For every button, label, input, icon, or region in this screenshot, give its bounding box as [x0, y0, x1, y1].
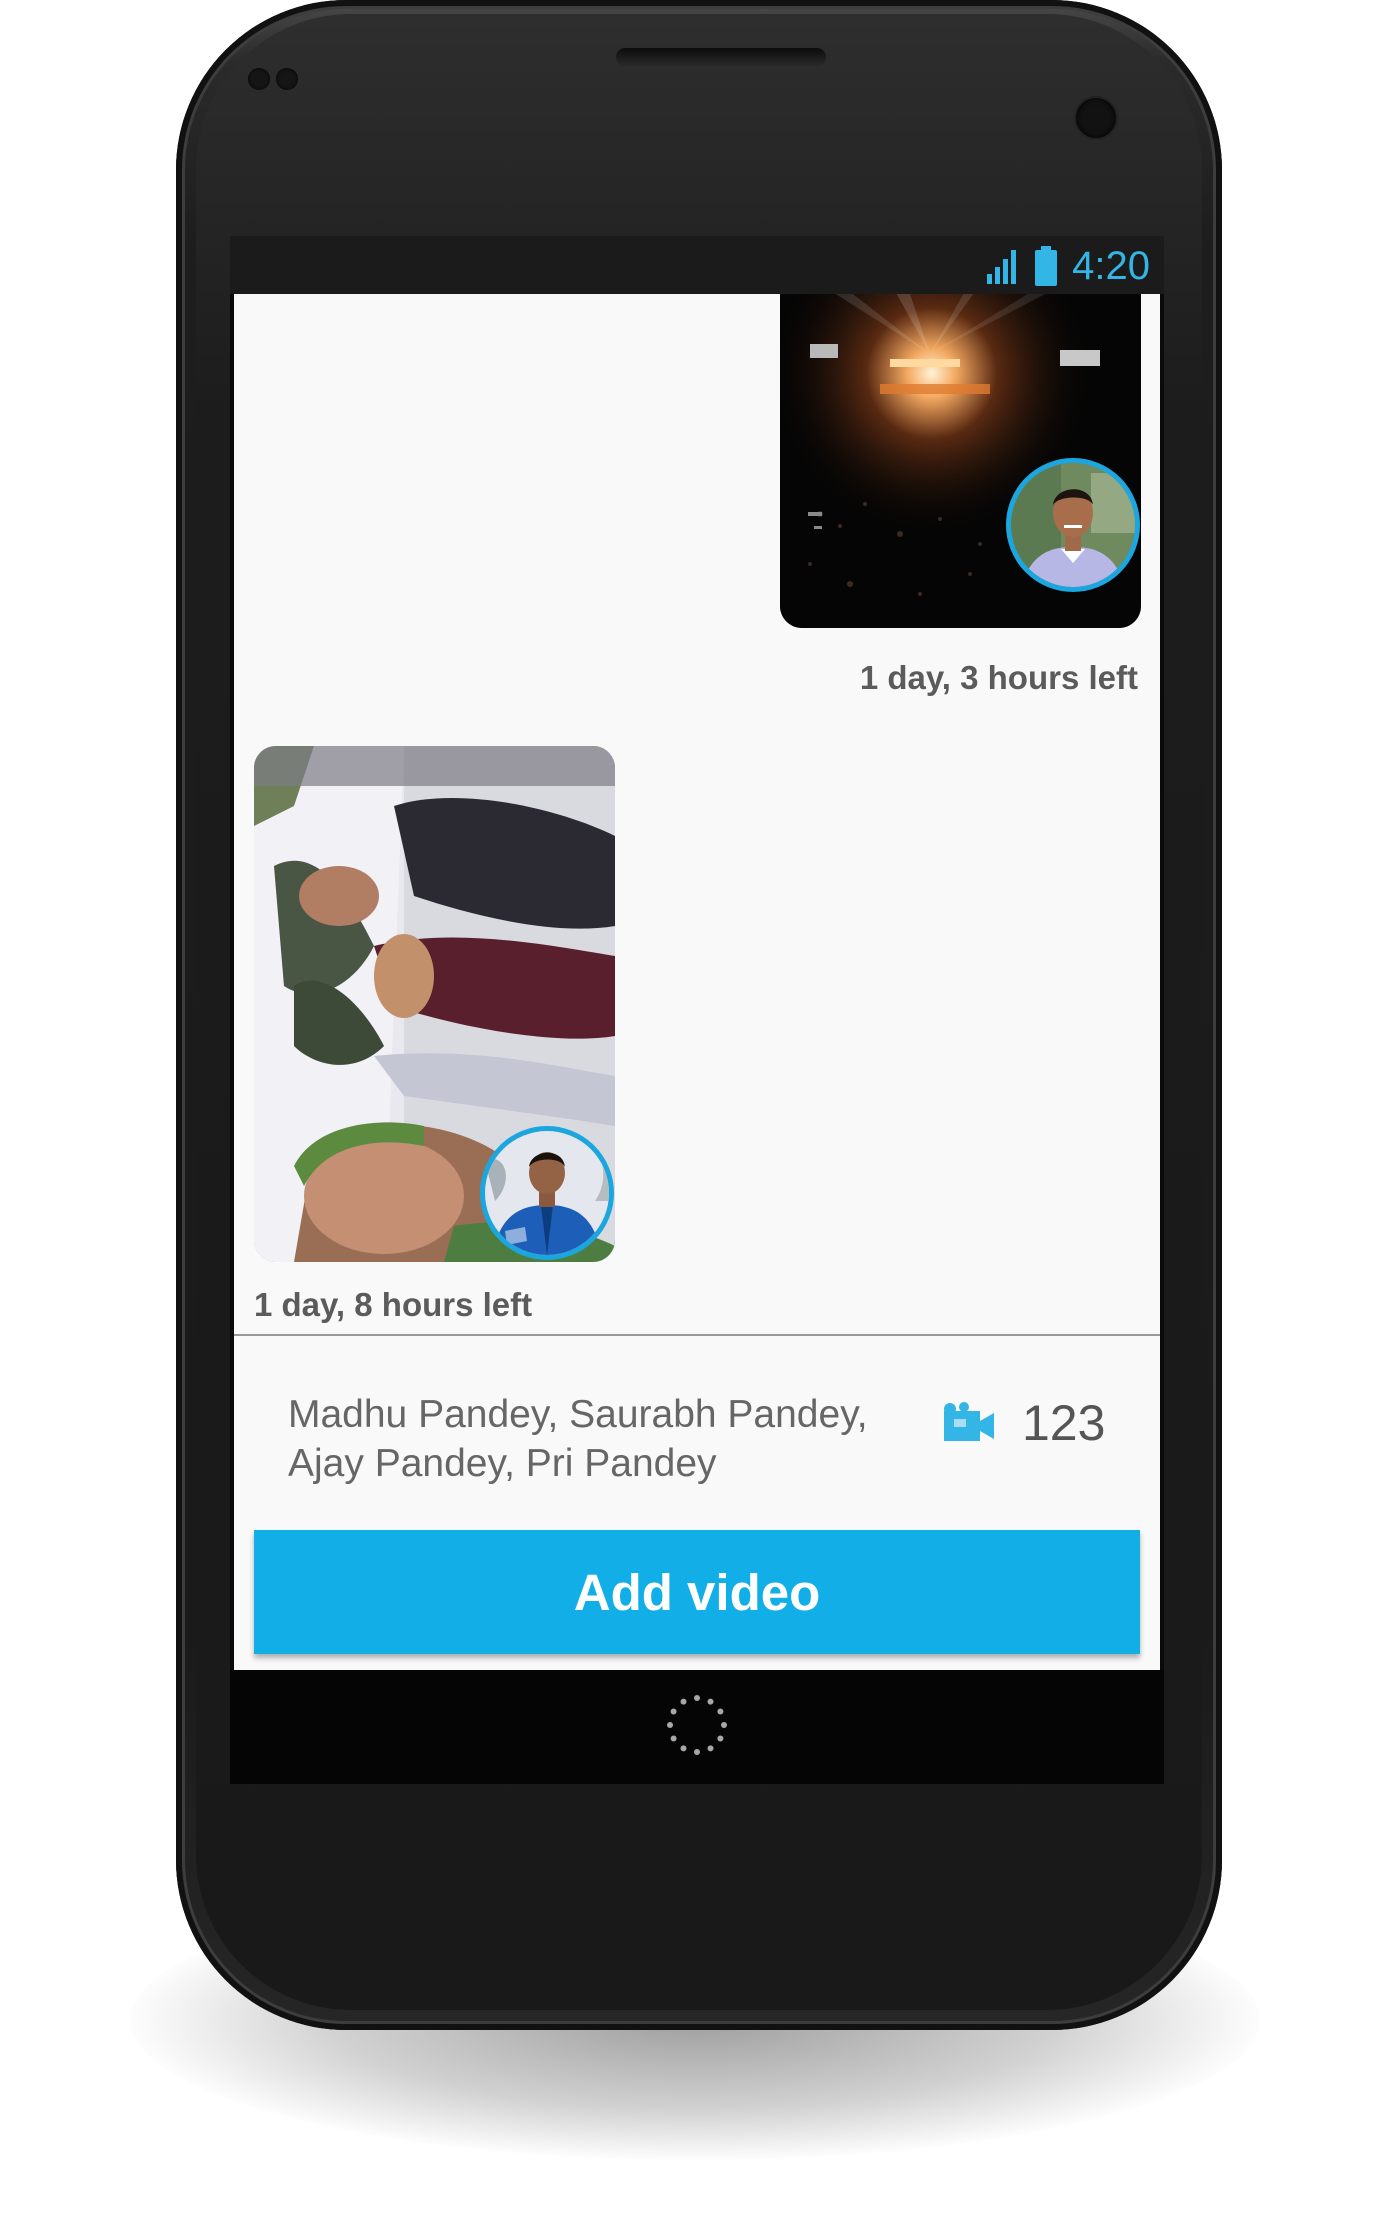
earpiece-speaker [616, 48, 826, 66]
status-bar: 4:20 [230, 236, 1164, 294]
video-camera-icon [944, 1402, 994, 1441]
status-icons: 4:20 [986, 242, 1150, 290]
avatar-man-striped-shirt [1011, 463, 1135, 587]
video-count-indicator: 123 [940, 1394, 1105, 1452]
home-circle-icon[interactable] [664, 1692, 730, 1758]
front-camera [1076, 98, 1116, 138]
status-clock: 4:20 [1072, 243, 1150, 288]
light-sensor [276, 68, 298, 90]
add-video-button[interactable]: Add video [254, 1530, 1140, 1654]
phone-screen: 4:20 1 day, 3 hours left 1 day, 8 hours … [230, 236, 1164, 1784]
navigation-bar [230, 1670, 1164, 1784]
avatar-man-blue-jacket [485, 1131, 609, 1255]
conversation-feed[interactable]: 1 day, 3 hours left 1 day, 8 hours left … [234, 294, 1160, 1670]
sender-avatar-1[interactable] [1006, 458, 1140, 592]
video-clip-concert[interactable] [780, 294, 1141, 628]
clip-2-time-left: 1 day, 8 hours left [254, 1286, 533, 1323]
signal-icon [987, 250, 1017, 284]
battery-icon [1035, 246, 1058, 286]
video-clip-group[interactable] [254, 746, 615, 1262]
proximity-sensor [248, 68, 270, 90]
footer-divider [234, 1334, 1160, 1336]
video-count: 123 [1022, 1395, 1106, 1451]
sender-avatar-2[interactable] [480, 1126, 614, 1260]
clip-1-time-left: 1 day, 3 hours left [859, 659, 1138, 696]
participants-list[interactable]: Madhu Pandey, Saurabh Pandey, Ajay Pande… [288, 1390, 908, 1488]
